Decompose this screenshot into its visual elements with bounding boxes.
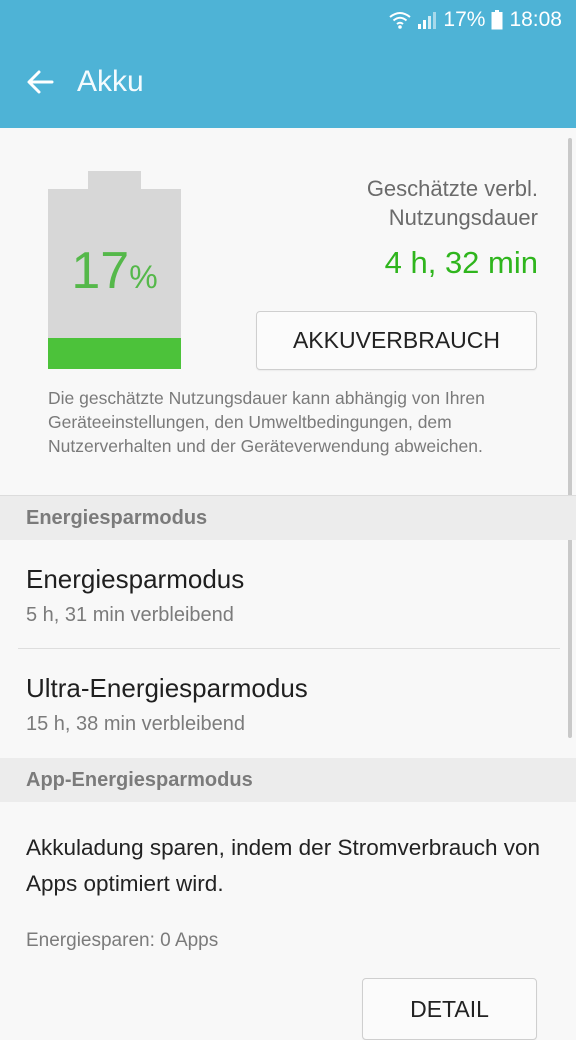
scrollbar[interactable] (568, 138, 572, 738)
list-item-title: Ultra-Energiesparmodus (26, 673, 308, 703)
signal-icon (417, 10, 437, 30)
app-bar: Akku (0, 40, 576, 128)
detail-button[interactable]: DETAIL (362, 978, 537, 1040)
battery-percent-symbol: % (129, 259, 158, 295)
page-title: Akku (77, 65, 144, 98)
list-item-subtitle: 5 h, 31 min verbleibend (26, 604, 234, 626)
wifi-icon (389, 10, 412, 30)
battery-graphic: 17% (48, 171, 181, 369)
list-item-power-saving-mode[interactable]: Energiesparmodus 5 h, 31 min verbleibend (0, 540, 576, 648)
arrow-left-icon (26, 69, 54, 100)
back-button[interactable] (18, 62, 62, 106)
status-battery-percent: 17% (443, 8, 486, 31)
list-item-ultra-power-saving-mode[interactable]: Ultra-Energiesparmodus 15 h, 38 min verb… (0, 649, 576, 757)
battery-level-fill (48, 338, 181, 369)
app-saving-count: Energiesparen: 0 Apps (26, 930, 219, 951)
battery-usage-button[interactable]: AKKUVERBRAUCH (256, 311, 537, 370)
estimate-disclaimer: Die geschätzte Nutzungsdauer kann abhäng… (48, 388, 485, 456)
status-bar: 17% 18:08 (0, 0, 576, 40)
section-header-power-saving: Energiesparmodus (0, 496, 576, 540)
battery-percent: 17% (48, 241, 181, 301)
status-time: 18:08 (509, 8, 562, 31)
estimated-time-value: 4 h, 32 min (384, 245, 538, 280)
app-power-saving-description: Akkuladung sparen, indem der Stromverbra… (26, 835, 541, 896)
status-icons: 17% 18:08 (389, 6, 562, 34)
list-item-title: Energiesparmodus (26, 564, 245, 594)
list-item-subtitle: 15 h, 38 min verbleibend (26, 713, 246, 735)
section-header-app-power-saving: App-Energiesparmodus (0, 758, 576, 802)
battery-icon (491, 10, 503, 30)
battery-percent-number: 17 (71, 242, 130, 300)
battery-cap (88, 171, 141, 189)
estimated-time-label: Geschätzte verbl. Nutzungsdauer (366, 176, 538, 230)
